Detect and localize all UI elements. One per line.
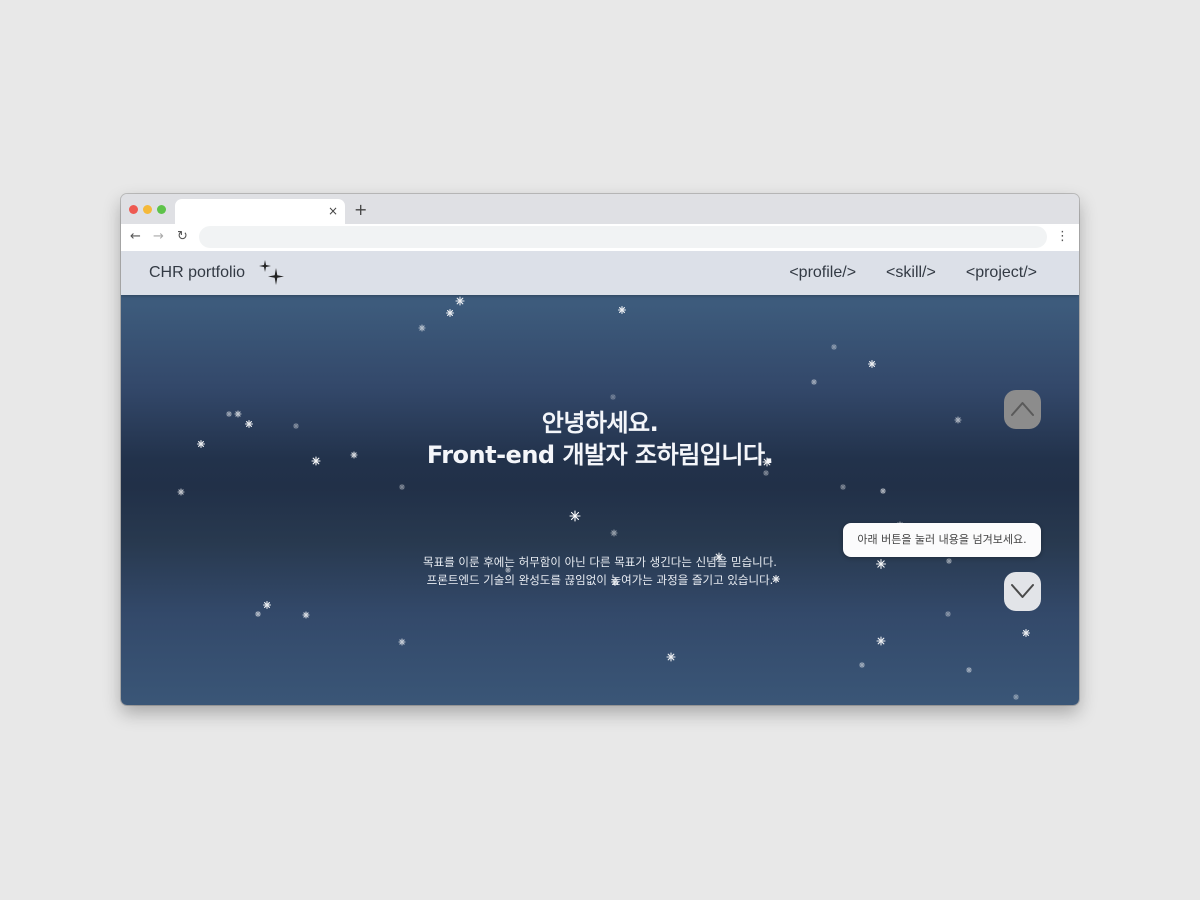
star: [569, 510, 581, 522]
nav-profile-link[interactable]: <profile/>: [789, 263, 856, 283]
star: [455, 296, 465, 306]
star: [944, 610, 952, 618]
reload-icon[interactable]: ↻: [177, 228, 188, 246]
close-icon[interactable]: ×: [328, 203, 338, 219]
browser-toolbar: ← → ↻ ⋮: [121, 224, 1079, 251]
star: [418, 324, 426, 332]
star: [858, 661, 866, 669]
close-window-button[interactable]: [129, 205, 138, 214]
site-header: CHR portfolio <profile/> <skill/> <proje…: [121, 251, 1079, 295]
star: [839, 483, 847, 491]
more-menu-icon[interactable]: ⋮: [1056, 227, 1069, 247]
hero-subtitle: 목표를 이룬 후에는 허무함이 아닌 다른 목표가 생긴다는 신념을 믿습니다.…: [121, 553, 1079, 589]
page-viewport: CHR portfolio <profile/> <skill/> <proje…: [121, 251, 1079, 705]
scroll-down-button[interactable]: [1004, 572, 1041, 611]
star: [666, 652, 676, 662]
sparkle-icon: [259, 260, 284, 285]
site-nav: <profile/> <skill/> <project/>: [789, 263, 1037, 283]
star: [398, 483, 406, 491]
star: [965, 666, 973, 674]
star: [879, 487, 887, 495]
chevron-down-icon: [1011, 584, 1034, 598]
starfield: [177, 251, 1031, 701]
hero-title: 안녕하세요. Front-end 개발자 조하림입니다.: [121, 407, 1079, 471]
chevron-up-icon: [1011, 402, 1034, 416]
hero-title-line-2: Front-end 개발자 조하림입니다.: [426, 441, 774, 469]
browser-tab[interactable]: ×: [175, 199, 345, 224]
star: [867, 359, 877, 369]
star: [830, 343, 838, 351]
forward-arrow-icon[interactable]: →: [153, 228, 164, 246]
star: [302, 611, 310, 619]
site-logo[interactable]: CHR portfolio: [149, 263, 245, 283]
scroll-up-button[interactable]: [1004, 390, 1041, 429]
star: [398, 638, 406, 646]
scroll-hint-tooltip: 아래 버튼을 눌러 내용을 넘겨보세요.: [843, 523, 1041, 557]
new-tab-button[interactable]: +: [354, 200, 367, 220]
browser-tab-bar: × +: [121, 194, 1079, 224]
star: [762, 469, 770, 477]
star: [609, 393, 617, 401]
star: [1021, 628, 1031, 638]
star: [177, 488, 185, 496]
star: [617, 305, 627, 315]
star: [810, 378, 818, 386]
hero-title-line-1: 안녕하세요.: [541, 409, 659, 437]
star: [876, 636, 886, 646]
maximize-window-button[interactable]: [157, 205, 166, 214]
hero-subtitle-line-2: 프론트엔드 기술의 완성도를 끊임없이 높여가는 과정을 즐기고 있습니다.: [426, 573, 774, 587]
star: [262, 600, 272, 610]
star: [445, 308, 455, 318]
minimize-window-button[interactable]: [143, 205, 152, 214]
star: [1012, 693, 1020, 701]
star: [610, 529, 618, 537]
star: [254, 610, 262, 618]
browser-window: × + ← → ↻ ⋮ CHR portfolio <profile/> <sk…: [121, 194, 1079, 705]
back-arrow-icon[interactable]: ←: [130, 228, 141, 246]
address-bar[interactable]: [199, 226, 1047, 248]
nav-skill-link[interactable]: <skill/>: [886, 263, 936, 283]
nav-project-link[interactable]: <project/>: [966, 263, 1037, 283]
